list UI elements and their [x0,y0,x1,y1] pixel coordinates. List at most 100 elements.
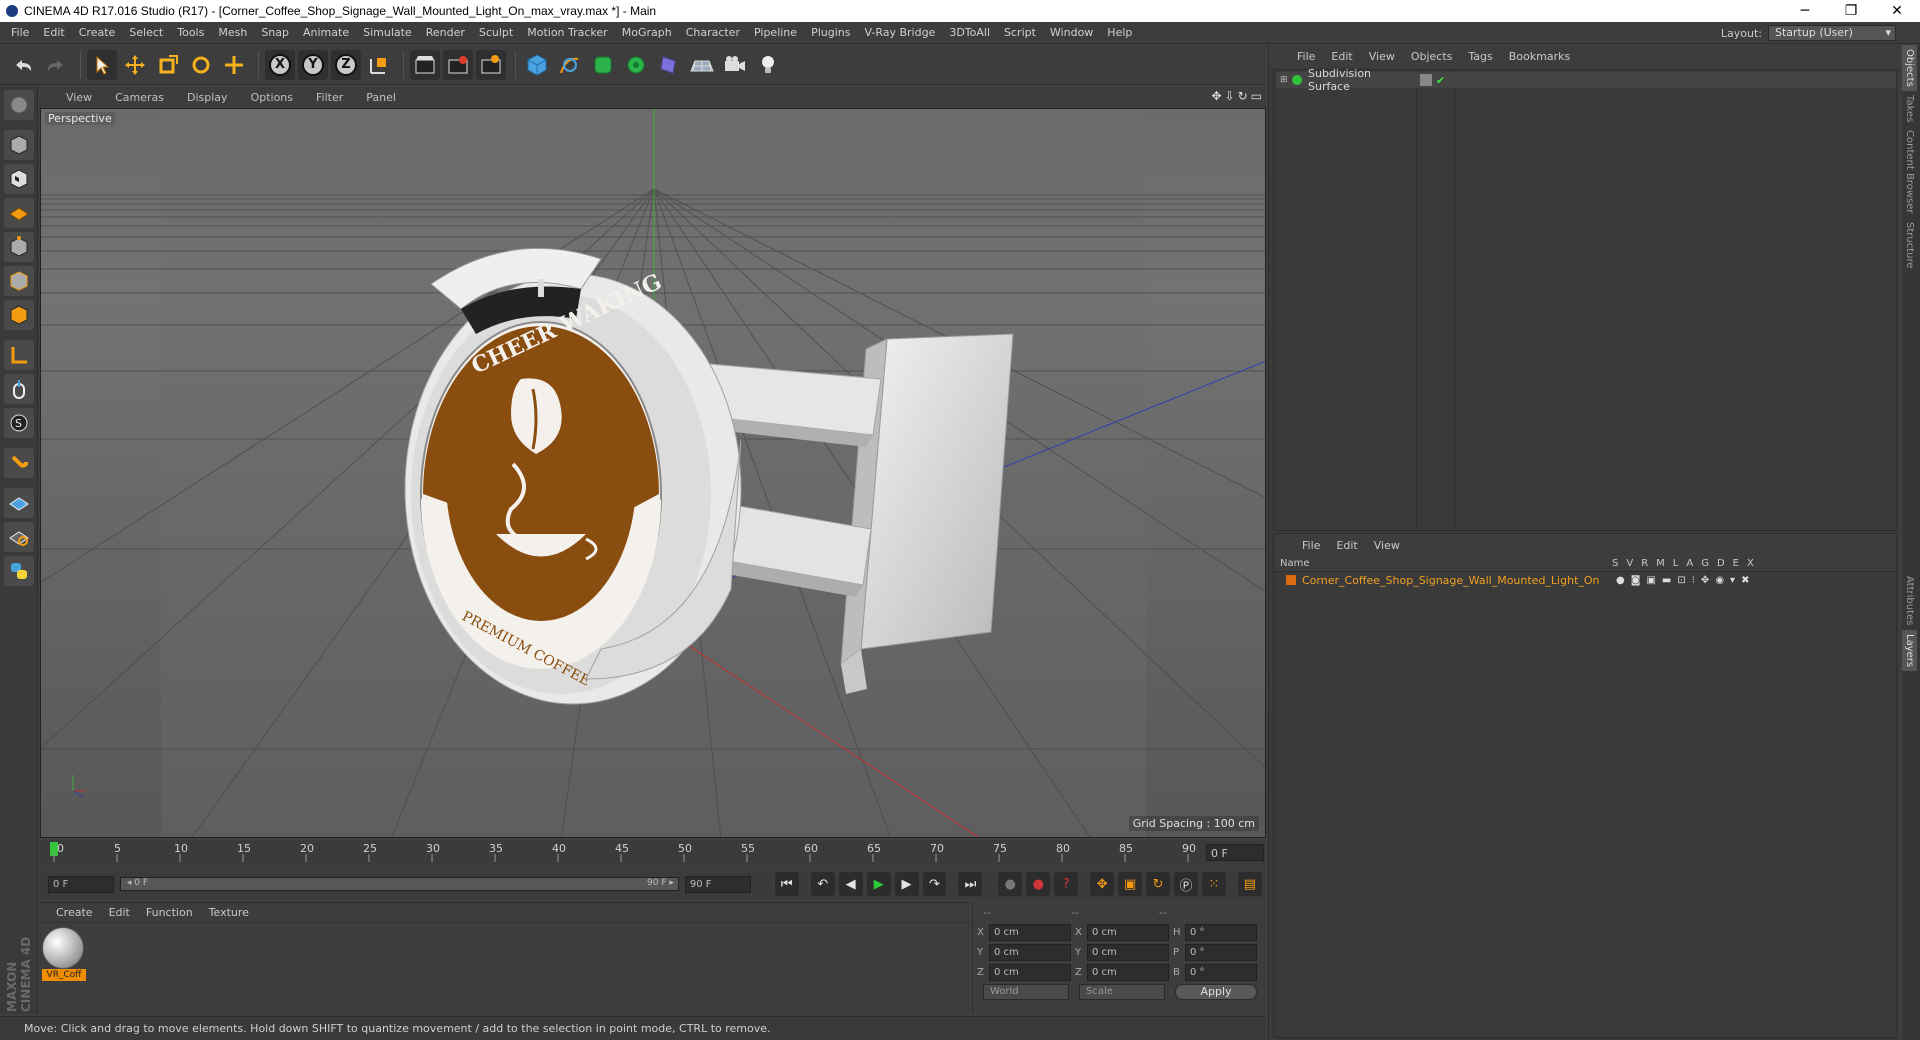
objects-menu-file[interactable]: File [1289,50,1323,63]
menu-help[interactable]: Help [1100,26,1139,39]
magnet-icon[interactable] [4,448,34,478]
play-icon[interactable]: ▶ [866,872,891,896]
rotation-b-field[interactable]: 0 ° [1185,963,1257,981]
layer-column-render[interactable]: R [1641,558,1648,569]
snap-icon[interactable]: S [4,408,34,438]
key-parameter-icon[interactable]: Ⓟ [1174,872,1199,896]
subdivision-surface-icon[interactable] [588,50,618,80]
camera-icon[interactable] [720,50,750,80]
go-to-end-icon[interactable]: ⏭ [958,872,983,896]
layer-view-icon[interactable]: ◙ [1631,575,1641,586]
enable-toggle-icon[interactable] [1420,74,1432,86]
layer-expression-icon[interactable]: ▾ [1730,575,1735,586]
timeline-window-icon[interactable]: ▤ [1237,872,1262,896]
layer-deformer-icon[interactable]: ◉ [1715,575,1724,586]
key-rotation-icon[interactable]: ↻ [1146,872,1171,896]
menu-tools[interactable]: Tools [170,26,211,39]
previous-key-icon[interactable]: ↶ [810,872,835,896]
menu-script[interactable]: Script [997,26,1043,39]
key-position-icon[interactable]: ✥ [1090,872,1115,896]
layer-render-icon[interactable]: ▣ [1646,575,1655,586]
z-axis-lock-button[interactable]: Z [331,49,361,80]
menu-animate[interactable]: Animate [296,26,356,39]
undo-icon[interactable] [8,50,38,80]
layer-column-solo[interactable]: S [1612,558,1618,569]
layer-manager-icon[interactable]: ▬ [1662,575,1671,586]
layer-column-manager[interactable]: M [1656,558,1665,569]
next-key-icon[interactable]: ↷ [922,872,947,896]
current-frame-field[interactable]: 0 F [1206,844,1264,861]
restore-button[interactable]: ❐ [1828,0,1874,22]
tab-content-browser[interactable]: Content Browser [1902,126,1917,217]
layers-menu-view[interactable]: View [1366,539,1408,552]
rotation-p-field[interactable]: 0 ° [1185,943,1257,961]
perspective-viewport[interactable]: CHEER WAKING PREMIUM COFFEE Perspective … [40,108,1266,838]
edges-mode-icon[interactable] [4,266,34,296]
menu-motion-tracker[interactable]: Motion Tracker [520,26,614,39]
model-mode-icon[interactable] [4,130,34,160]
viewport-menu-view[interactable]: View [54,91,103,104]
layer-xref-icon[interactable]: ✖ [1741,575,1749,586]
layer-row[interactable]: Corner_Coffee_Shop_Signage_Wall_Mounted_… [1274,572,1896,588]
make-editable-icon[interactable] [4,90,34,120]
viewport-menu-filter[interactable]: Filter [304,91,354,104]
material-menu-create[interactable]: Create [48,906,101,919]
objects-menu-bookmarks[interactable]: Bookmarks [1501,50,1578,63]
layer-column-xref[interactable]: X [1747,558,1754,569]
menu-character[interactable]: Character [679,26,747,39]
floor-icon[interactable] [687,50,717,80]
layer-column-expressions[interactable]: E [1733,558,1739,569]
menu-pipeline[interactable]: Pipeline [747,26,804,39]
cloner-icon[interactable] [621,50,651,80]
menu-render[interactable]: Render [419,26,472,39]
layer-lock-icon[interactable]: ⊡ [1677,575,1685,586]
layer-name[interactable]: Corner_Coffee_Shop_Signage_Wall_Mounted_… [1302,574,1600,587]
position-z-field[interactable]: 0 cm [989,963,1071,981]
material-menu-texture[interactable]: Texture [201,906,257,919]
layer-generator-icon[interactable]: ✥ [1701,575,1709,586]
y-axis-lock-button[interactable]: Y [298,49,328,80]
menu-sculpt[interactable]: Sculpt [472,26,520,39]
next-frame-icon[interactable]: ▶ [894,872,919,896]
tab-takes[interactable]: Takes [1902,91,1917,126]
menu-create[interactable]: Create [72,26,123,39]
frame-range-slider[interactable]: ◂ 0 F 90 F ▸ [119,877,679,891]
select-pointer-icon[interactable] [87,49,117,80]
orbit-icon[interactable]: ↻ [1238,89,1248,103]
position-x-field[interactable]: 0 cm [989,923,1071,941]
menu-edit[interactable]: Edit [36,26,71,39]
coordinate-system-icon[interactable] [364,50,394,80]
menu-window[interactable]: Window [1043,26,1100,39]
python-icon[interactable] [4,556,34,586]
layer-column-generators[interactable]: G [1701,558,1709,569]
key-point-level-icon[interactable]: ⁙ [1202,872,1226,896]
live-selection-icon[interactable] [219,50,249,80]
position-y-field[interactable]: 0 cm [989,943,1071,961]
previous-frame-icon[interactable]: ◀ [838,872,863,896]
objects-menu-view[interactable]: View [1361,50,1403,63]
scale-icon[interactable] [153,50,183,80]
render-settings-icon[interactable] [476,49,506,80]
material-menu-edit[interactable]: Edit [101,906,138,919]
layer-solo-icon[interactable]: ● [1616,575,1625,586]
material-swatch[interactable]: VR_Coff [42,927,86,981]
layer-column-deformers[interactable]: D [1717,558,1725,569]
menu-mograph[interactable]: MoGraph [615,26,679,39]
apply-button[interactable]: Apply [1175,984,1257,1000]
objects-menu-objects[interactable]: Objects [1403,50,1461,63]
menu-3dtoall[interactable]: 3DToAll [942,26,997,39]
layers-menu-edit[interactable]: Edit [1328,539,1365,552]
deformer-icon[interactable] [654,50,684,80]
visibility-check-icon[interactable]: ✔ [1436,74,1445,87]
layer-column-animation[interactable]: A [1686,558,1693,569]
locked-workplane-icon[interactable] [4,488,34,518]
menu-simulate[interactable]: Simulate [356,26,419,39]
pan-icon[interactable]: ✥ [1211,89,1221,103]
tab-objects[interactable]: Objects [1902,45,1917,91]
menu-snap[interactable]: Snap [254,26,296,39]
layer-color-swatch[interactable] [1286,575,1296,585]
render-to-picture-viewer-icon[interactable] [443,49,473,80]
size-x-field[interactable]: 0 cm [1087,923,1169,941]
menu-select[interactable]: Select [122,26,170,39]
polygons-mode-icon[interactable] [4,300,34,330]
